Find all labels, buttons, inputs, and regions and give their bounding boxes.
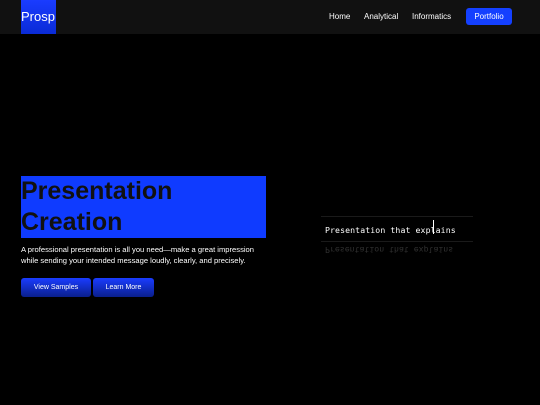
navbar: Prosp Home Analytical Informatics Portfo… xyxy=(0,0,540,34)
nav-link-home[interactable]: Home xyxy=(329,12,350,21)
hero-description: A professional presentation is all you n… xyxy=(21,244,271,266)
hero-title-line-1: Presentation xyxy=(21,177,173,205)
tagline-box: Presentation that explains xyxy=(321,216,473,242)
portfolio-button[interactable]: Portfolio xyxy=(466,8,512,25)
hero-title-line-2: Creation xyxy=(21,208,123,236)
typing-caret xyxy=(433,220,434,234)
brand-logo[interactable]: Prosp xyxy=(21,0,56,34)
hero-title: Presentation Creation xyxy=(21,176,266,238)
view-samples-button[interactable]: View Samples xyxy=(21,278,91,297)
nav-link-analytical[interactable]: Analytical xyxy=(364,12,398,21)
tagline-reflection: Presentation that explains xyxy=(325,245,454,255)
tagline-text: Presentation that explains xyxy=(325,225,456,235)
brand-logo-text: Prosp xyxy=(21,9,55,24)
hero-description-line-2: while sending your intended message loud… xyxy=(21,256,246,265)
hero-description-line-1: A professional presentation is all you n… xyxy=(21,245,255,254)
learn-more-button[interactable]: Learn More xyxy=(93,278,154,297)
nav-link-informatics[interactable]: Informatics xyxy=(412,12,451,21)
